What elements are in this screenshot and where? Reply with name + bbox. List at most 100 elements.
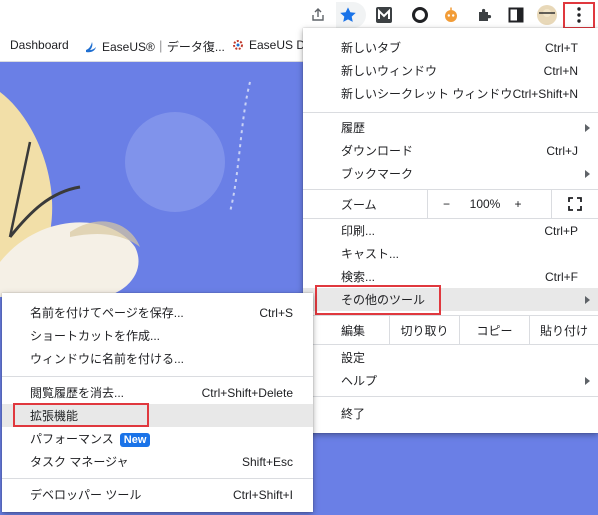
submenu-item-developer-tools[interactable]: デベロッパー ツール Ctrl+Shift+I — [2, 483, 313, 506]
submenu-arrow-icon — [585, 376, 590, 385]
easeus-gear-icon — [233, 40, 243, 50]
zoom-out-button[interactable]: − — [427, 190, 465, 218]
fullscreen-button[interactable] — [551, 190, 598, 218]
menu-item-label: 履歴 — [341, 121, 366, 135]
submenu-item-save-page[interactable]: 名前を付けてページを保存... Ctrl+S — [2, 301, 313, 324]
cut-button[interactable]: 切り取り — [389, 316, 459, 344]
copy-label: コピー — [476, 323, 513, 338]
menu-item-label: 設定 — [341, 351, 366, 365]
menu-item-label: デベロッパー ツール — [30, 488, 142, 502]
submenu-item-performance[interactable]: パフォーマンス New — [2, 427, 313, 450]
submenu-item-task-manager[interactable]: タスク マネージャ Shift+Esc — [2, 450, 313, 473]
more-tools-submenu: 名前を付けてページを保存... Ctrl+S ショートカットを作成... ウィン… — [2, 293, 313, 512]
submenu-item-clear-history[interactable]: 閲覧履歴を消去... Ctrl+Shift+Delete — [2, 381, 313, 404]
menu-item-shortcut: Ctrl+F — [545, 269, 578, 284]
menu-item-label: その他のツール — [341, 293, 426, 307]
profile-avatar[interactable] — [535, 3, 559, 27]
fullscreen-icon — [568, 197, 582, 211]
menu-item-new-tab[interactable]: 新しいタブ Ctrl+T — [303, 36, 598, 59]
menu-separator — [2, 376, 313, 377]
menu-item-label: パフォーマンス — [30, 432, 114, 446]
submenu-item-name-window[interactable]: ウィンドウに名前を付ける... — [2, 347, 313, 370]
performance-label-wrap: パフォーマンス New — [30, 430, 151, 447]
menu-item-shortcut: Ctrl+S — [259, 305, 293, 320]
menu-item-label: ヘルプ — [341, 374, 378, 388]
menu-item-label: 検索... — [341, 270, 376, 284]
m-extension-icon[interactable] — [372, 3, 396, 27]
menu-item-shortcut: Ctrl+P — [544, 223, 578, 238]
submenu-item-extensions[interactable]: 拡張機能 — [2, 404, 313, 427]
new-badge: New — [119, 433, 151, 447]
zoom-level: 100% — [465, 190, 505, 218]
menu-item-more-tools[interactable]: その他のツール — [303, 288, 598, 311]
zoom-plus-label: + — [514, 197, 522, 211]
menu-item-cast[interactable]: キャスト... — [303, 242, 598, 265]
menu-item-find[interactable]: 検索... Ctrl+F — [303, 265, 598, 288]
bookmark-label: Dashboard — [10, 38, 69, 52]
menu-kebab-icon[interactable] — [567, 3, 591, 27]
zoom-minus-label: − — [442, 197, 450, 211]
menu-edit-row: 編集 切り取り コピー 貼り付け — [303, 316, 598, 344]
menu-separator — [303, 396, 598, 397]
zoom-in-button[interactable]: + — [505, 190, 531, 218]
menu-item-label: 拡張機能 — [30, 409, 79, 423]
menu-item-print[interactable]: 印刷... Ctrl+P — [303, 219, 598, 242]
zoom-value: 100% — [469, 197, 501, 211]
menu-separator — [303, 112, 598, 113]
menu-item-downloads[interactable]: ダウンロード Ctrl+J — [303, 139, 598, 162]
menu-item-bookmarks[interactable]: ブックマーク — [303, 162, 598, 185]
submenu-item-create-shortcut[interactable]: ショートカットを作成... — [2, 324, 313, 347]
puzzle-extensions-icon[interactable] — [473, 3, 497, 27]
paste-button[interactable]: 貼り付け — [529, 316, 598, 344]
submenu-arrow-icon — [585, 123, 590, 132]
menu-item-label: ダウンロード — [341, 144, 414, 158]
browser-toolbar — [0, 0, 598, 30]
menu-item-label: タスク マネージャ — [30, 455, 129, 469]
paste-label: 貼り付け — [539, 323, 588, 338]
menu-item-shortcut: Ctrl+N — [543, 63, 578, 78]
menu-item-label: キャスト... — [341, 247, 400, 261]
submenu-arrow-icon — [585, 169, 590, 178]
side-panel-icon[interactable] — [504, 3, 528, 27]
bookmark-star-icon[interactable] — [336, 3, 360, 27]
menu-item-shortcut: Ctrl+T — [545, 40, 578, 55]
robot-extension-icon[interactable] — [439, 3, 463, 27]
menu-item-label: ブックマーク — [341, 167, 414, 181]
easeus-icon — [86, 41, 96, 52]
menu-item-new-window[interactable]: 新しいウィンドウ Ctrl+N — [303, 59, 598, 82]
menu-item-help[interactable]: ヘルプ — [303, 369, 598, 392]
menu-item-shortcut: Shift+Esc — [241, 454, 293, 469]
copy-button[interactable]: コピー — [459, 316, 529, 344]
menu-item-shortcut: Ctrl+Shift+N — [512, 86, 578, 101]
menu-item-label: 新しいウィンドウ — [341, 64, 438, 78]
menu-item-history[interactable]: 履歴 — [303, 116, 598, 139]
menu-item-shortcut: Ctrl+J — [546, 143, 578, 158]
bookmark-easeus-data[interactable]: EaseUS®｜データ復... — [84, 38, 225, 55]
menu-item-label: 新しいタブ — [341, 41, 402, 55]
menu-separator — [303, 344, 598, 345]
menu-item-label: 新しいシークレット ウィンドウ — [341, 87, 513, 101]
menu-item-settings[interactable]: 設定 — [303, 346, 598, 369]
ring-extension-icon[interactable] — [408, 3, 432, 27]
menu-item-label: 印刷... — [341, 224, 376, 238]
chrome-main-menu: 新しいタブ Ctrl+T 新しいウィンドウ Ctrl+N 新しいシークレット ウ… — [303, 28, 598, 433]
cut-label: 切り取り — [400, 323, 449, 338]
zoom-label: ズーム — [341, 197, 377, 212]
bookmark-label: EaseUS®｜データ復... — [102, 40, 225, 54]
bookmark-easeus-d[interactable]: EaseUS D — [231, 38, 305, 52]
menu-item-label: 閲覧履歴を消去... — [30, 386, 125, 400]
menu-item-new-incognito[interactable]: 新しいシークレット ウィンドウ Ctrl+Shift+N — [303, 82, 598, 105]
bookmark-dashboard[interactable]: Dashboard — [10, 38, 69, 52]
menu-item-shortcut: Ctrl+Shift+I — [232, 487, 293, 502]
menu-item-label: ショートカットを作成... — [30, 329, 161, 343]
menu-item-shortcut: Ctrl+Shift+Delete — [201, 385, 293, 400]
menu-item-label: 名前を付けてページを保存... — [30, 306, 184, 320]
menu-zoom-row: ズーム − 100% + — [303, 190, 598, 218]
share-icon[interactable] — [306, 3, 330, 27]
menu-separator — [2, 478, 313, 479]
submenu-arrow-icon — [585, 295, 590, 304]
menu-item-exit[interactable]: 終了 — [303, 402, 598, 425]
menu-item-label: ウィンドウに名前を付ける... — [30, 352, 185, 366]
edit-label: 編集 — [341, 323, 366, 338]
menu-item-label: 終了 — [341, 407, 366, 421]
